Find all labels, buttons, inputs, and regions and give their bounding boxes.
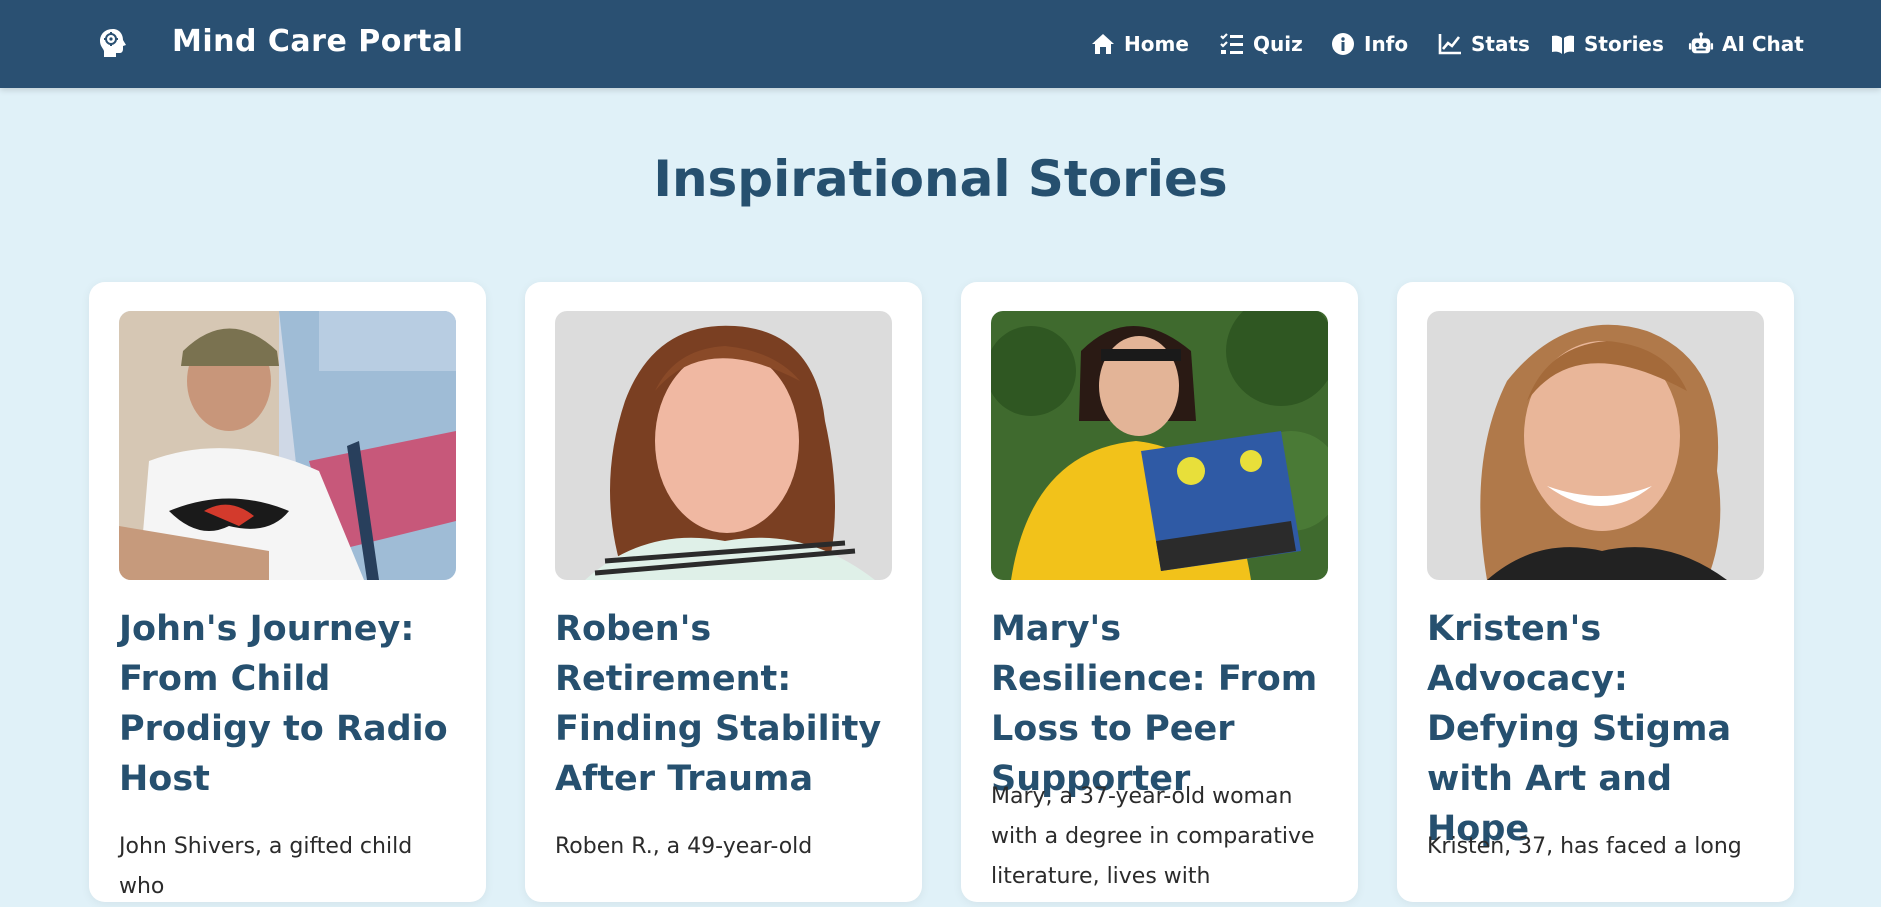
chart-line-icon <box>1438 34 1461 55</box>
nav-info-label: Info <box>1364 32 1409 56</box>
nav-quiz-label: Quiz <box>1253 32 1303 56</box>
nav-stories[interactable]: Stories <box>1550 28 1664 60</box>
nav-ai-chat[interactable]: AI Chat <box>1688 28 1804 60</box>
story-card[interactable]: John's Journey: From Child Prodigy to Ra… <box>89 282 486 902</box>
story-excerpt: Mary, a 37-year-old woman with a degree … <box>991 784 1315 889</box>
nav-stats-label: Stats <box>1471 32 1530 56</box>
story-title[interactable]: John's Journey: From Child Prodigy to Ra… <box>119 604 464 804</box>
story-card[interactable]: Roben's Retirement: Finding Stability Af… <box>525 282 922 902</box>
robot-icon <box>1688 32 1714 54</box>
story-excerpt: Roben R., a 49-year-old <box>555 834 813 859</box>
info-icon <box>1332 33 1354 55</box>
story-card[interactable]: Kristen's Advocacy: Defying Stigma with … <box>1397 282 1794 902</box>
top-navbar: Mind Care Portal Home Quiz Info Stats St… <box>0 0 1881 88</box>
story-excerpt: John Shivers, a gifted child who <box>119 834 413 899</box>
nav-home-label: Home <box>1124 32 1189 56</box>
nav-stats[interactable]: Stats <box>1437 28 1530 60</box>
nav-home[interactable]: Home <box>1090 28 1189 60</box>
story-excerpt: Kristen, 37, has faced a long <box>1427 834 1742 859</box>
story-title[interactable]: Roben's Retirement: Finding Stability Af… <box>555 604 900 804</box>
story-photo <box>991 311 1328 580</box>
brain-head-icon[interactable] <box>96 26 130 60</box>
story-title[interactable]: Kristen's Advocacy: Defying Stigma with … <box>1427 604 1772 854</box>
story-card[interactable]: Mary's Resilience: From Loss to Peer Sup… <box>961 282 1358 902</box>
story-photo <box>119 311 456 580</box>
story-photo <box>555 311 892 580</box>
nav-quiz[interactable]: Quiz <box>1219 28 1303 60</box>
story-photo <box>1427 311 1764 580</box>
story-title[interactable]: Mary's Resilience: From Loss to Peer Sup… <box>991 604 1336 804</box>
checklist-icon <box>1220 33 1243 54</box>
nav-stories-label: Stories <box>1584 32 1664 56</box>
home-icon <box>1092 34 1114 54</box>
open-book-icon <box>1552 35 1574 54</box>
nav-info[interactable]: Info <box>1330 28 1408 60</box>
nav-ai-chat-label: AI Chat <box>1722 32 1804 56</box>
page-title: Inspirational Stories <box>653 150 1228 208</box>
brand-title[interactable]: Mind Care Portal <box>172 24 464 59</box>
